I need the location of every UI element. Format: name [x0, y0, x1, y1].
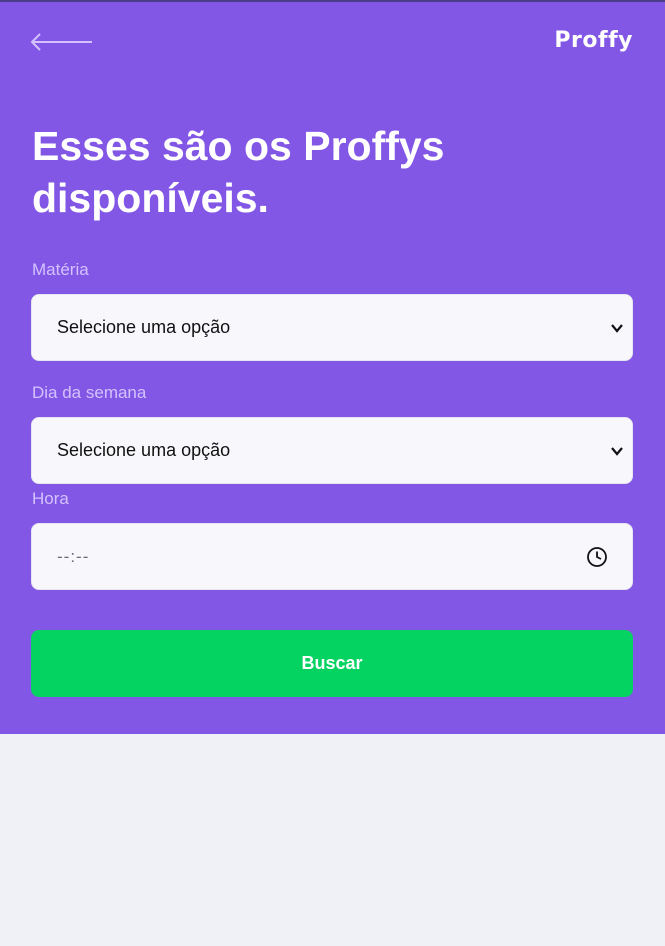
time-input[interactable]: --:--	[31, 523, 633, 590]
time-input-placeholder: --:--	[57, 546, 90, 566]
page-title: Esses são os Proffys disponíveis.	[32, 120, 592, 224]
chevron-down-icon	[611, 323, 623, 333]
clock-icon[interactable]	[586, 546, 608, 568]
time-label: Hora	[32, 489, 69, 508]
weekday-label: Dia da semana	[32, 383, 147, 402]
weekday-select-value: Selecione uma opção	[57, 440, 231, 460]
arrow-left-icon	[30, 33, 92, 51]
subject-select[interactable]: Selecione uma opção	[31, 294, 633, 361]
page-title-line1: Esses são os Proffys	[32, 123, 445, 169]
back-button[interactable]	[30, 32, 94, 52]
subject-select-value: Selecione uma opção	[57, 317, 231, 337]
weekday-select[interactable]: Selecione uma opção	[31, 417, 633, 484]
proffy-logo: Proffy	[554, 28, 633, 53]
search-button[interactable]: Buscar	[31, 630, 633, 697]
page-title-line2: disponíveis.	[32, 175, 269, 221]
subject-label: Matéria	[32, 260, 89, 279]
chevron-down-icon	[611, 446, 623, 456]
page-header: Proffy Esses são os Proffys disponíveis.…	[0, 2, 665, 734]
